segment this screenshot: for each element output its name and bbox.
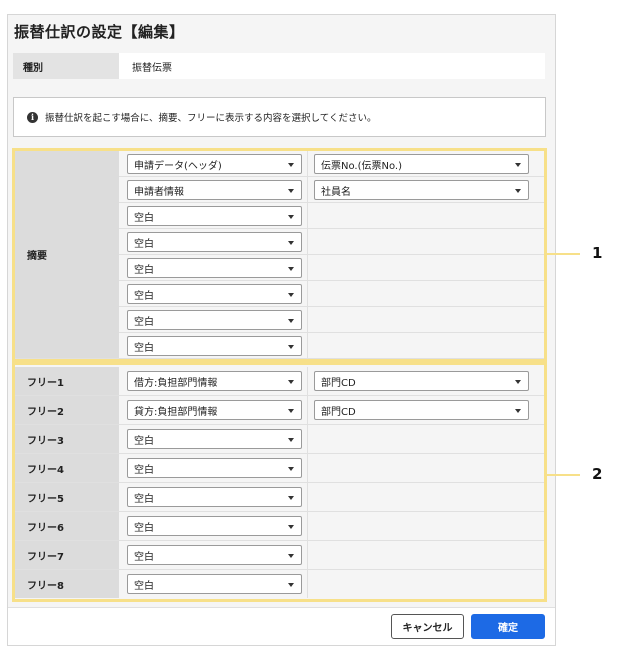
type-label: 種別 <box>13 53 119 79</box>
settings-panel: 振替仕訳の設定【編集】 種別 振替伝票 i 振替仕訳を起こす場合に、摘要、フリー… <box>7 14 556 646</box>
info-message: i 振替仕訳を起こす場合に、摘要、フリーに表示する内容を選択してください。 <box>13 97 546 137</box>
ok-button[interactable]: 確定 <box>471 614 545 639</box>
info-icon: i <box>27 111 38 123</box>
footer: キャンセル 確定 <box>8 607 555 645</box>
page-title: 振替仕訳の設定【編集】 <box>14 23 185 41</box>
type-row: 種別 振替伝票 <box>13 53 545 79</box>
info-text: 振替仕訳を起こす場合に、摘要、フリーに表示する内容を選択してください。 <box>45 113 377 124</box>
callout-2: 2 <box>592 465 603 483</box>
summary-highlight <box>12 148 547 362</box>
callout-1: 1 <box>592 244 603 262</box>
type-value: 振替伝票 <box>132 62 172 74</box>
cancel-button[interactable]: キャンセル <box>391 614 464 639</box>
callout-line-2 <box>545 474 580 476</box>
callout-line-1 <box>545 253 580 255</box>
free-highlight <box>12 362 547 602</box>
